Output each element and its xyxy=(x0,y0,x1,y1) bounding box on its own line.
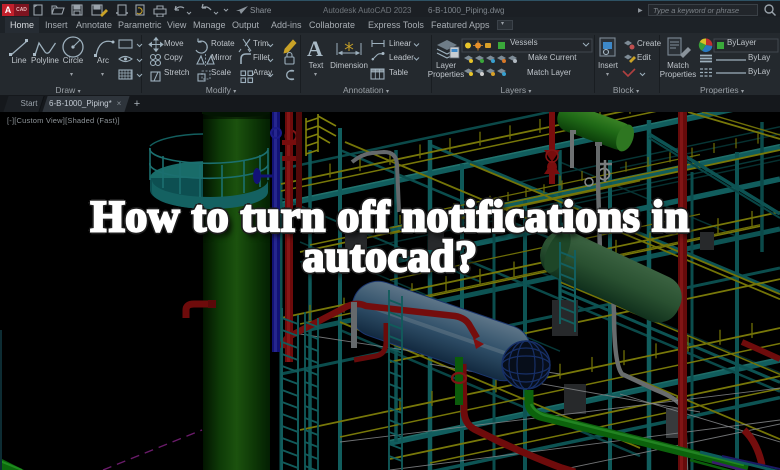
svg-text:A: A xyxy=(307,36,323,61)
